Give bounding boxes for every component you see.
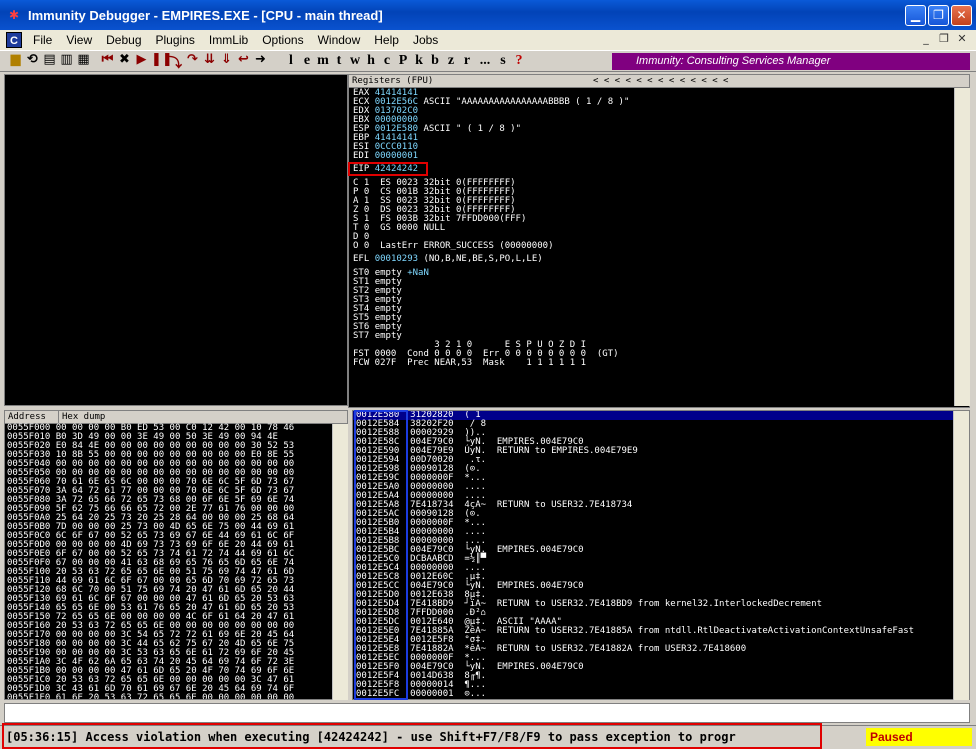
register-edi[interactable]: EDI 00000001 bbox=[353, 152, 423, 161]
stack-row[interactable]: 0012E5FC 00000001 ⊙... bbox=[353, 690, 969, 699]
menu-file[interactable]: File bbox=[26, 33, 59, 47]
stack-address-highlight-box bbox=[354, 410, 408, 700]
register-value: 00000001 bbox=[374, 151, 419, 161]
python-icon[interactable]: ▦ bbox=[76, 52, 91, 70]
menu-window[interactable]: Window bbox=[311, 33, 368, 47]
toolbar-ellipsis[interactable]: ... bbox=[475, 53, 495, 69]
trace-into-icon[interactable]: ⇊ bbox=[202, 52, 217, 70]
open-folder-icon[interactable]: ▆ bbox=[8, 52, 23, 70]
menu-debug[interactable]: Debug bbox=[99, 33, 148, 47]
close-process-icon[interactable]: ✖ bbox=[117, 52, 132, 70]
fpu-value: +NaN bbox=[407, 268, 429, 278]
close-icon[interactable]: ✕ bbox=[951, 5, 972, 26]
toolbar-e[interactable]: e bbox=[299, 53, 315, 69]
stack-pane[interactable]: 0012E580 31202820 ( 1 0012E584 38202F20 /… bbox=[352, 410, 970, 700]
maximize-icon[interactable]: ❐ bbox=[928, 5, 949, 26]
toolbar-r[interactable]: r bbox=[459, 53, 475, 69]
toolbar-h[interactable]: h bbox=[363, 53, 379, 69]
step-over-icon[interactable]: ↷ bbox=[185, 52, 200, 70]
debug-state-badge: Paused bbox=[866, 728, 972, 746]
toolbar-b[interactable]: b bbox=[427, 53, 443, 69]
registers-title: Registers (FPU) bbox=[352, 76, 434, 86]
menu-bar: C File View Debug Plugins ImmLib Options… bbox=[0, 30, 976, 50]
pause-icon[interactable]: ❚❚ bbox=[151, 52, 173, 70]
go-to-icon[interactable]: ➜ bbox=[253, 52, 268, 70]
immunity-brand-banner[interactable]: Immunity: Consulting Services Manager bbox=[612, 53, 970, 70]
toolbar-p[interactable]: P bbox=[395, 53, 411, 69]
registers-scrollbar[interactable] bbox=[954, 88, 970, 406]
minimize-icon[interactable]: ▁ bbox=[905, 5, 926, 26]
toolbar-t[interactable]: t bbox=[331, 53, 347, 69]
log-icon[interactable]: ▤ bbox=[42, 52, 57, 70]
toolbar-s[interactable]: s bbox=[495, 53, 511, 69]
fcw-text: FCW 027F Prec NEAR,53 Mask 1 1 1 1 1 1 bbox=[353, 358, 586, 368]
toolbar-m[interactable]: m bbox=[315, 53, 331, 69]
menu-view[interactable]: View bbox=[59, 33, 99, 47]
disassembly-pane[interactable] bbox=[4, 74, 348, 406]
window-title: Immunity Debugger - EMPIRES.EXE - [CPU -… bbox=[28, 7, 383, 23]
status-bar: [05:36:15] Access violation when executi… bbox=[0, 723, 976, 749]
registers-header: Registers (FPU) < < < < < < < < < < < < … bbox=[349, 75, 969, 88]
menu-help[interactable]: Help bbox=[367, 33, 406, 47]
command-line-input[interactable] bbox=[4, 703, 970, 723]
dump-col-hex[interactable]: Hex dump bbox=[59, 411, 347, 423]
toolbar-help[interactable]: ? bbox=[511, 53, 527, 69]
mdi-minimize-icon[interactable]: _ bbox=[918, 32, 934, 46]
execute-till-return-icon[interactable]: ↩ bbox=[236, 52, 251, 70]
trace-over-icon[interactable]: ⇓ bbox=[219, 52, 234, 70]
menu-immlib[interactable]: ImmLib bbox=[202, 33, 255, 47]
run-icon[interactable]: ▶ bbox=[134, 52, 149, 70]
dump-col-address[interactable]: Address bbox=[5, 411, 59, 423]
eip-highlight-box bbox=[348, 162, 428, 176]
toolbar-z[interactable]: z bbox=[443, 53, 459, 69]
fpu-control-word[interactable]: FCW 027F Prec NEAR,53 Mask 1 1 1 1 1 1 bbox=[353, 359, 586, 368]
stack-scrollbar[interactable] bbox=[953, 411, 969, 700]
dump-scrollbar[interactable] bbox=[332, 424, 348, 700]
register-comment: ASCII " ( 1 / 8 )" bbox=[423, 124, 522, 134]
register-name: EDI bbox=[353, 151, 370, 161]
title-bar[interactable]: ✱ Immunity Debugger - EMPIRES.EXE - [CPU… bbox=[0, 0, 976, 30]
register-comment: ASCII "AAAAAAAAAAAAAAAABBBB ( 1 / 8 )" bbox=[423, 97, 630, 107]
registers-pane[interactable]: Registers (FPU) < < < < < < < < < < < < … bbox=[348, 74, 970, 408]
restart-icon[interactable]: ⏮ bbox=[100, 52, 115, 70]
cpu-window-icon[interactable]: C bbox=[6, 32, 22, 48]
toolbar-w[interactable]: w bbox=[347, 53, 363, 69]
mdi-close-icon[interactable]: ✕ bbox=[954, 32, 970, 46]
script-icon[interactable]: ▥ bbox=[59, 52, 74, 70]
menu-options[interactable]: Options bbox=[255, 33, 310, 47]
mdi-restore-icon[interactable]: ❐ bbox=[936, 32, 952, 46]
flag-segment-line[interactable]: O 0 LastErr ERROR_SUCCESS (00000000) bbox=[353, 242, 553, 251]
toolbar-k[interactable]: k bbox=[411, 53, 427, 69]
hex-dump-pane[interactable]: Address Hex dump 0055F000 00 00 00 00 B0… bbox=[4, 410, 348, 700]
status-highlight-box bbox=[2, 723, 822, 749]
register-value: 00010293 bbox=[374, 254, 419, 264]
app-icon: ✱ bbox=[8, 8, 20, 22]
toolbar-l[interactable]: l bbox=[283, 53, 299, 69]
toolbar: ▆ ⟲ ▤ ▥ ▦ ⏮ ✖ ▶ ❚❚ ⤵ ↷ ⇊ ⇓ ↩ ➜ l e m t w… bbox=[0, 50, 976, 72]
menu-jobs[interactable]: Jobs bbox=[406, 33, 445, 47]
step-into-icon[interactable]: ⤵ bbox=[168, 52, 183, 71]
register-efl[interactable]: EFL 00010293 (NO,B,NE,BE,S,PO,L,LE) bbox=[353, 255, 543, 264]
flag-text: O 0 LastErr ERROR_SUCCESS (00000000) bbox=[353, 241, 554, 251]
register-scroll-arrows[interactable]: < < < < < < < < < < < < < bbox=[593, 75, 728, 88]
attach-icon[interactable]: ⟲ bbox=[25, 52, 40, 70]
register-comment: (NO,B,NE,BE,S,PO,L,LE) bbox=[423, 254, 543, 264]
dump-row[interactable]: 0055F1E0 61 6E 20 53 63 72 65 65 6E 00 0… bbox=[5, 694, 347, 699]
menu-plugins[interactable]: Plugins bbox=[149, 33, 202, 47]
register-name: EFL bbox=[353, 254, 370, 264]
toolbar-c[interactable]: c bbox=[379, 53, 395, 69]
